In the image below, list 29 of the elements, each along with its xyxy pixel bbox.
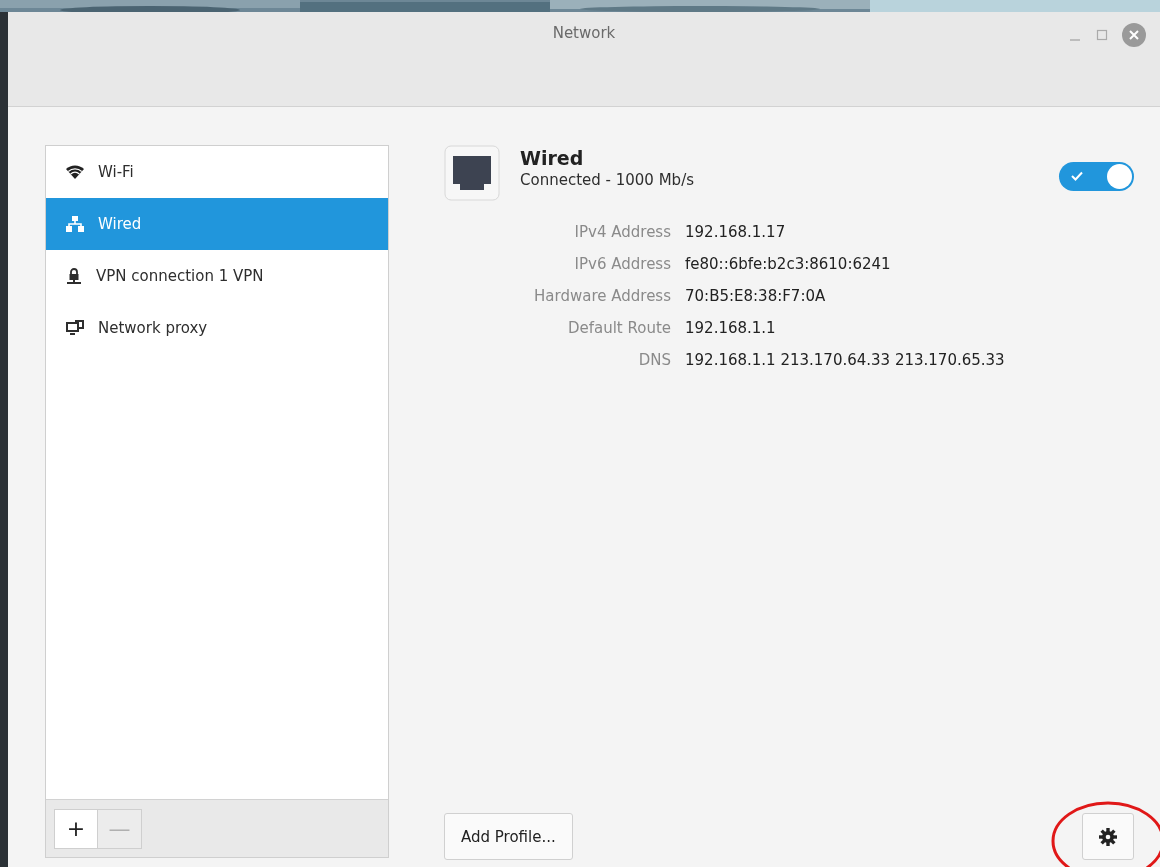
add-profile-button[interactable]: Add Profile... (444, 813, 573, 860)
field-value: 192.168.1.17 (685, 223, 787, 241)
lock-icon (66, 268, 82, 284)
field-label: DNS (637, 351, 671, 369)
check-icon (1071, 171, 1083, 181)
network-icon (66, 216, 84, 232)
sidebar-item[interactable]: Network proxy (46, 302, 388, 354)
connection-title: Wired (520, 147, 585, 169)
connection-status: Connected - 1000 Mb/s (520, 171, 694, 189)
field-value: 192.168.1.1 213.170.64.33 213.170.65.33 (685, 351, 1006, 369)
sidebar-item[interactable]: VPN connection 1 VPN (46, 250, 388, 302)
settings-button[interactable] (1082, 813, 1134, 860)
wifi-icon (66, 165, 84, 179)
field-label: IPv4 Address (573, 223, 671, 241)
ethernet-port-icon (444, 145, 500, 201)
toggle-switch[interactable] (1059, 162, 1134, 191)
field-label: IPv6 Address (573, 255, 671, 273)
field-label: Default Route (566, 319, 671, 337)
settings-icon (1099, 827, 1117, 846)
computers-icon (66, 320, 84, 336)
sidebar-item[interactable]: Wi-Fi (46, 146, 388, 198)
close-icon[interactable] (1122, 23, 1146, 47)
maximize-icon[interactable] (1096, 29, 1108, 41)
field-value: 70:B5:E8:38:F7:0A (685, 287, 827, 305)
field-value: fe80::6bfe:b2c3:8610:6241 (685, 255, 892, 273)
field-value: 192.168.1.1 (685, 319, 777, 337)
field-label: Hardware Address (533, 287, 671, 305)
window-title: Network (552, 24, 616, 42)
add-button[interactable]: + (54, 808, 98, 849)
